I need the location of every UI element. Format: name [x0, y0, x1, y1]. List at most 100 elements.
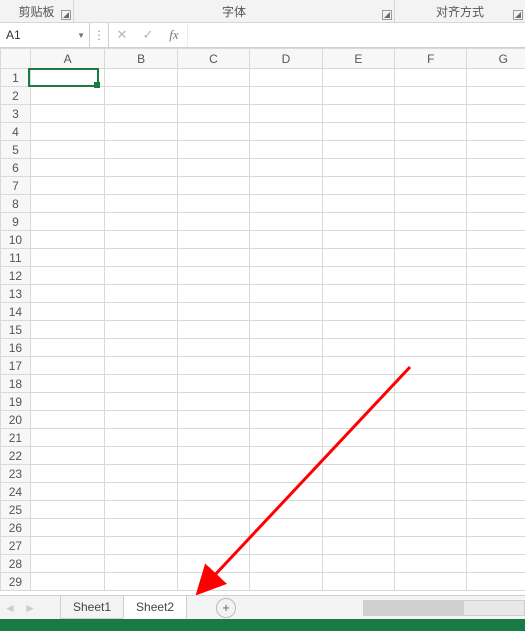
cell[interactable]: [250, 249, 322, 267]
cell[interactable]: [467, 303, 525, 321]
cell[interactable]: [105, 123, 177, 141]
cell[interactable]: [30, 141, 105, 159]
tab-nav-prev[interactable]: ◄: [0, 601, 20, 615]
cell[interactable]: [467, 105, 525, 123]
cell[interactable]: [30, 123, 105, 141]
cell[interactable]: [467, 285, 525, 303]
horizontal-scrollbar[interactable]: [363, 600, 525, 616]
cell[interactable]: [105, 519, 177, 537]
cell[interactable]: [322, 267, 394, 285]
cell[interactable]: [395, 429, 467, 447]
cell[interactable]: [395, 141, 467, 159]
cell[interactable]: [395, 105, 467, 123]
cell[interactable]: [467, 465, 525, 483]
cell[interactable]: [322, 447, 394, 465]
cell[interactable]: [322, 555, 394, 573]
cell[interactable]: [322, 573, 394, 591]
cell[interactable]: [250, 285, 322, 303]
row-header[interactable]: 24: [1, 483, 31, 501]
cell[interactable]: [250, 105, 322, 123]
cell[interactable]: [177, 465, 249, 483]
cell[interactable]: [395, 447, 467, 465]
row-header[interactable]: 26: [1, 519, 31, 537]
col-header[interactable]: D: [250, 49, 322, 69]
col-header[interactable]: G: [467, 49, 525, 69]
cell[interactable]: [105, 375, 177, 393]
cell[interactable]: [250, 519, 322, 537]
cell[interactable]: [250, 303, 322, 321]
cell[interactable]: [30, 321, 105, 339]
cell[interactable]: [177, 249, 249, 267]
enter-icon[interactable]: ✓: [135, 23, 161, 47]
row-header[interactable]: 17: [1, 357, 31, 375]
cell[interactable]: [177, 231, 249, 249]
cell[interactable]: [30, 447, 105, 465]
cell[interactable]: [250, 375, 322, 393]
cell[interactable]: [322, 537, 394, 555]
row-header[interactable]: 25: [1, 501, 31, 519]
cell[interactable]: [30, 195, 105, 213]
dialog-launcher-icon[interactable]: [513, 10, 523, 20]
row-header[interactable]: 16: [1, 339, 31, 357]
cell[interactable]: [322, 105, 394, 123]
cell[interactable]: [30, 411, 105, 429]
cell[interactable]: [250, 195, 322, 213]
cell[interactable]: [30, 303, 105, 321]
cell[interactable]: [250, 69, 322, 87]
col-header[interactable]: E: [322, 49, 394, 69]
cell[interactable]: [30, 483, 105, 501]
cell[interactable]: [177, 321, 249, 339]
cell[interactable]: [467, 483, 525, 501]
cell[interactable]: [395, 87, 467, 105]
cell[interactable]: [467, 375, 525, 393]
cell[interactable]: [30, 231, 105, 249]
cell[interactable]: [30, 501, 105, 519]
cell[interactable]: [467, 537, 525, 555]
cell[interactable]: [250, 357, 322, 375]
name-box[interactable]: ▼: [0, 23, 90, 47]
cell[interactable]: [105, 501, 177, 519]
cancel-icon[interactable]: ✕: [109, 23, 135, 47]
cell[interactable]: [395, 375, 467, 393]
cell[interactable]: [322, 123, 394, 141]
cell[interactable]: [177, 519, 249, 537]
cell[interactable]: [467, 69, 525, 87]
cell[interactable]: [30, 357, 105, 375]
cell[interactable]: [30, 69, 105, 87]
cell[interactable]: [322, 339, 394, 357]
cell[interactable]: [30, 285, 105, 303]
cell[interactable]: [250, 393, 322, 411]
row-header[interactable]: 6: [1, 159, 31, 177]
row-header[interactable]: 18: [1, 375, 31, 393]
cell[interactable]: [30, 213, 105, 231]
cell[interactable]: [395, 249, 467, 267]
select-all-corner[interactable]: [1, 49, 31, 69]
cell[interactable]: [467, 519, 525, 537]
cell[interactable]: [177, 267, 249, 285]
cell[interactable]: [177, 285, 249, 303]
cell[interactable]: [322, 321, 394, 339]
cell[interactable]: [395, 537, 467, 555]
cell[interactable]: [322, 357, 394, 375]
cell[interactable]: [105, 105, 177, 123]
cell[interactable]: [395, 573, 467, 591]
cell[interactable]: [467, 555, 525, 573]
cell[interactable]: [177, 195, 249, 213]
cell[interactable]: [322, 213, 394, 231]
col-header[interactable]: B: [105, 49, 177, 69]
cell[interactable]: [177, 393, 249, 411]
cell[interactable]: [30, 465, 105, 483]
row-header[interactable]: 19: [1, 393, 31, 411]
cell[interactable]: [177, 357, 249, 375]
cell[interactable]: [250, 411, 322, 429]
cell[interactable]: [30, 537, 105, 555]
cell[interactable]: [177, 411, 249, 429]
cell[interactable]: [30, 267, 105, 285]
cell[interactable]: [105, 483, 177, 501]
dialog-launcher-icon[interactable]: [382, 10, 392, 20]
tab-nav-next[interactable]: ►: [20, 601, 40, 615]
cell[interactable]: [177, 141, 249, 159]
row-header[interactable]: 7: [1, 177, 31, 195]
cell[interactable]: [105, 159, 177, 177]
cell[interactable]: [467, 195, 525, 213]
